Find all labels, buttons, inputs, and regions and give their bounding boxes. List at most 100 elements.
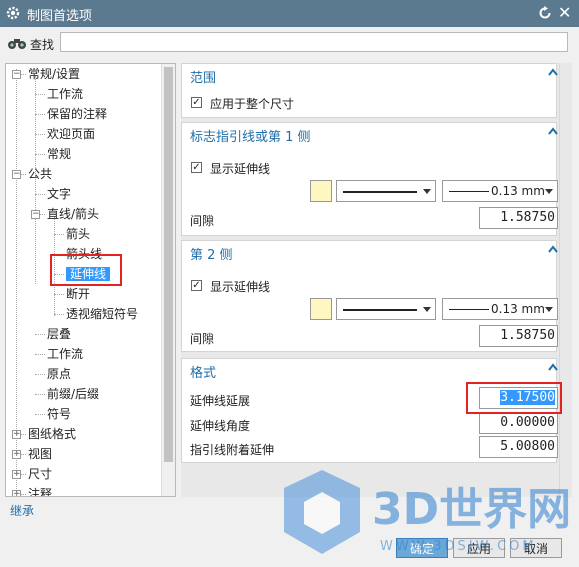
tree-expander-icon[interactable]: − [31, 210, 40, 219]
section-header[interactable]: 第 2 侧 [190, 244, 233, 263]
highlight-box [50, 254, 122, 286]
show-extension-checkbox[interactable]: ✓ [191, 280, 202, 291]
tree-item[interactable]: 箭头 [66, 224, 90, 244]
leader-extension-input[interactable]: 5.00800 [479, 436, 558, 458]
tree-item[interactable]: 透视缩短符号 [66, 304, 138, 324]
apply-button[interactable]: 应用 [453, 538, 505, 558]
tree-expander-icon[interactable]: − [12, 70, 21, 79]
tree-item[interactable]: 断开 [66, 284, 90, 304]
tree-item[interactable]: 欢迎页面 [47, 124, 95, 144]
tree-expander-icon[interactable]: + [12, 490, 21, 496]
dialog-footer: 继承 确定 应用 取消 [0, 500, 579, 567]
tree-item[interactable]: 直线/箭头 [47, 204, 99, 224]
reset-icon[interactable] [537, 5, 553, 21]
collapse-caret-icon[interactable] [548, 68, 558, 76]
tree-connector [35, 394, 45, 395]
tree-item-label: 视图 [28, 447, 53, 461]
tree-connector [54, 294, 64, 295]
tree-connector [35, 114, 45, 115]
tree-item-label: 常规 [47, 147, 72, 161]
search-label: 查找 [30, 38, 55, 52]
tree-item[interactable]: 注释 [28, 484, 53, 497]
tree-connector [54, 234, 64, 235]
line-style-combo[interactable] [336, 298, 436, 320]
tree-item-label: 工作流 [47, 347, 84, 361]
tree-item[interactable]: 视图 [28, 444, 52, 464]
highlight-box [466, 382, 562, 414]
settings-panel: 范围 ✓ 应用于整个尺寸 标志指引线或第 1 侧 ✓ 显示延伸线 0.13 mm… [181, 63, 572, 497]
line-style-combo[interactable] [336, 180, 436, 202]
collapse-caret-icon[interactable] [548, 363, 558, 371]
tree-item[interactable]: 文字 [47, 184, 71, 204]
line-width-value: 0.13 mm [491, 302, 545, 316]
tree-scroll-thumb[interactable] [164, 67, 173, 462]
extension-label: 延伸线延展 [190, 394, 251, 408]
tree-item[interactable]: 前缀/后缀 [47, 384, 99, 404]
section-header[interactable]: 范围 [190, 67, 216, 86]
tree-connector [35, 194, 45, 195]
panel-scrollbar[interactable] [559, 63, 572, 497]
section-side1: 标志指引线或第 1 侧 ✓ 显示延伸线 0.13 mm 间隙 1.58750 [181, 122, 558, 236]
section-header[interactable]: 格式 [190, 362, 216, 381]
line-width-value: 0.13 mm [491, 184, 545, 198]
tree-expander-icon[interactable]: + [12, 450, 21, 459]
tree-connector [35, 374, 45, 375]
tree-expander-icon[interactable]: − [12, 170, 21, 179]
title-bar: 制图首选项 ✕ [0, 0, 579, 27]
tree-connector [54, 314, 64, 315]
color-swatch[interactable] [310, 298, 332, 320]
tree-item-label: 保留的注释 [47, 107, 108, 121]
tree-item-label: 原点 [47, 367, 72, 381]
tree-item-label: 箭头 [66, 227, 91, 241]
tree-item-label: 注释 [28, 487, 53, 497]
tree-item-label: 断开 [66, 287, 91, 301]
tree-item[interactable]: 层叠 [47, 324, 71, 344]
inherit-link[interactable]: 继承 [10, 502, 34, 519]
leader-extension-label: 指引线附着延伸 [190, 443, 275, 457]
tree-connector [35, 134, 45, 135]
tree-item[interactable]: 工作流 [47, 84, 83, 104]
tree-item[interactable]: 保留的注释 [47, 104, 107, 124]
section-header[interactable]: 标志指引线或第 1 侧 [190, 126, 311, 145]
section-scope: 范围 ✓ 应用于整个尺寸 [181, 63, 558, 118]
color-swatch[interactable] [310, 180, 332, 202]
tree-connector [35, 334, 45, 335]
checkbox-label: 显示延伸线 [210, 162, 271, 176]
angle-input[interactable]: 0.00000 [479, 412, 558, 434]
checkbox-label: 显示延伸线 [210, 280, 271, 294]
tree-item[interactable]: 图纸格式 [28, 424, 76, 444]
cancel-button[interactable]: 取消 [510, 538, 562, 558]
tree-item[interactable]: 常规/设置 [28, 64, 80, 84]
tree-item[interactable]: 尺寸 [28, 464, 52, 484]
close-icon[interactable]: ✕ [558, 4, 571, 22]
window-title: 制图首选项 [27, 9, 93, 24]
apply-whole-checkbox[interactable]: ✓ [191, 97, 202, 108]
checkbox-label: 应用于整个尺寸 [210, 97, 295, 111]
tree-expander-icon[interactable]: + [12, 470, 21, 479]
tree-item[interactable]: 符号 [47, 404, 71, 424]
tree-item-label: 尺寸 [28, 467, 53, 481]
tree-item[interactable]: 公共 [28, 164, 52, 184]
gap-input[interactable]: 1.58750 [479, 207, 558, 229]
tree-item[interactable]: 常规 [47, 144, 71, 164]
show-extension-checkbox[interactable]: ✓ [191, 162, 202, 173]
tree-item-label: 文字 [47, 187, 72, 201]
angle-label: 延伸线角度 [190, 419, 251, 433]
tree-connector [35, 414, 45, 415]
tree-item-label: 透视缩短符号 [66, 307, 139, 321]
gap-input[interactable]: 1.58750 [479, 325, 558, 347]
collapse-caret-icon[interactable] [548, 245, 558, 253]
tree-connector [35, 154, 45, 155]
tree-expander-icon[interactable]: + [12, 430, 21, 439]
ok-button[interactable]: 确定 [396, 538, 448, 558]
gear-icon[interactable] [5, 5, 21, 21]
line-width-combo[interactable]: 0.13 mm [442, 180, 558, 202]
search-input[interactable] [60, 32, 568, 52]
tree-item[interactable]: 原点 [47, 364, 71, 384]
tree-item[interactable]: 工作流 [47, 344, 83, 364]
line-width-combo[interactable]: 0.13 mm [442, 298, 558, 320]
collapse-caret-icon[interactable] [548, 127, 558, 135]
gap-label: 间隙 [190, 332, 215, 346]
tree-item-label: 图纸格式 [28, 427, 77, 441]
tree-item-label: 直线/箭头 [47, 207, 100, 221]
